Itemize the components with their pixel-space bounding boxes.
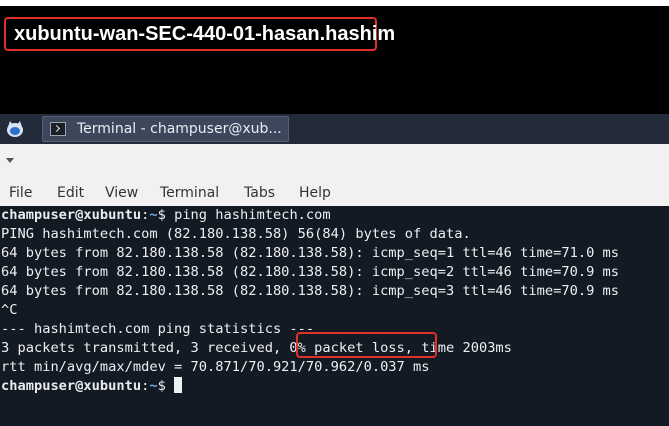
prompt-user: champuser@xubuntu	[1, 207, 142, 223]
menu-terminal[interactable]: Terminal	[160, 180, 219, 206]
prompt-line: champuser@xubuntu:~$	[1, 377, 183, 396]
menu-view[interactable]: View	[105, 180, 138, 206]
taskbar-item-terminal[interactable]: Terminal - champuser@xub...	[42, 116, 289, 142]
output-line: 64 bytes from 82.180.138.58 (82.180.138.…	[1, 264, 620, 280]
prompt-end: $	[157, 378, 175, 394]
vm-title-bar: xubuntu-wan-SEC-440-01-hasan.hashim	[0, 6, 669, 114]
text-cursor	[174, 377, 183, 393]
terminal-console[interactable]: champuser@xubuntu:~$ ping hashimtech.com…	[0, 206, 669, 426]
prompt-path: ~	[149, 207, 158, 223]
taskbar-item-label: Terminal - champuser@xub...	[77, 121, 282, 137]
menu-help[interactable]: Help	[299, 180, 331, 206]
prompt-end: $	[157, 207, 175, 223]
vm-title-label: xubuntu-wan-SEC-440-01-hasan.hashim	[4, 17, 395, 51]
whisker-menu-icon[interactable]	[5, 120, 25, 138]
window-menu-arrow-icon[interactable]	[6, 158, 14, 163]
output-line: ^C	[1, 302, 18, 318]
rtt-line: rtt min/avg/max/mdev = 70.871/70.921/70.…	[1, 359, 430, 375]
command-line: champuser@xubuntu:~$ ping hashimtech.com	[1, 206, 331, 225]
terminal-window: File Edit View Terminal Tabs Help champu…	[0, 144, 669, 426]
menu-edit[interactable]: Edit	[57, 180, 84, 206]
output-line: --- hashimtech.com ping statistics ---	[1, 321, 315, 337]
terminal-icon	[50, 122, 66, 136]
menu-file[interactable]: File	[9, 180, 32, 206]
prompt-path: ~	[149, 378, 158, 394]
output-line: 64 bytes from 82.180.138.58 (82.180.138.…	[1, 245, 620, 261]
command-text: ping hashimtech.com	[174, 207, 331, 223]
menubar: File Edit View Terminal Tabs Help	[0, 180, 669, 206]
prompt-user: champuser@xubuntu	[1, 378, 142, 394]
taskbar: Terminal - champuser@xub...	[0, 114, 669, 144]
menu-tabs[interactable]: Tabs	[244, 180, 275, 206]
output-line: 64 bytes from 82.180.138.58 (82.180.138.…	[1, 283, 620, 299]
stats-prefix: 3 packets transmitted, 3 received,	[1, 340, 290, 356]
packet-loss-highlight	[296, 332, 437, 358]
output-line: PING hashimtech.com (82.180.138.58) 56(8…	[1, 226, 471, 242]
